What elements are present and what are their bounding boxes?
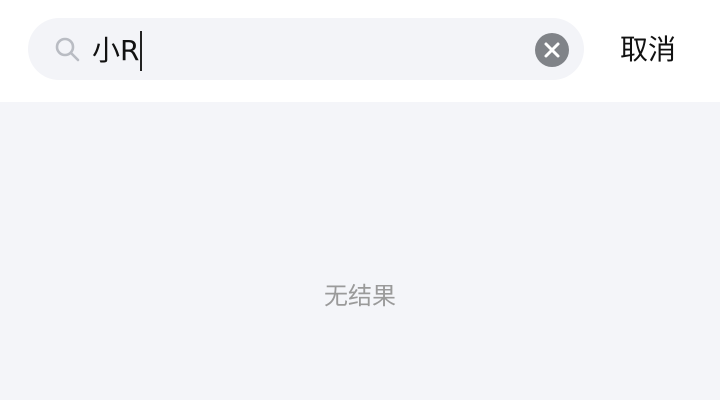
empty-results-text: 无结果 [324,282,396,310]
search-header: 小R 取消 [0,0,720,102]
search-icon [55,37,80,62]
cancel-button[interactable]: 取消 [612,28,684,72]
search-query-wrapper[interactable]: 小R [92,30,143,72]
text-caret [140,31,143,71]
search-query-text: 小R [92,34,140,67]
clear-icon[interactable] [534,32,570,68]
search-results-area: 无结果 [0,102,720,400]
